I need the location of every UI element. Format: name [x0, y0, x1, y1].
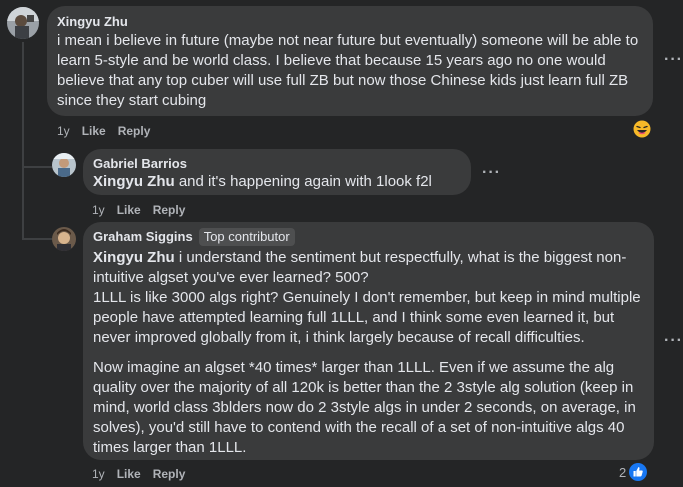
reply-text: Xingyu Zhu i understand the sentiment bu… [93, 248, 644, 458]
avatar[interactable] [7, 7, 39, 39]
laughing-emoji-icon[interactable] [633, 120, 651, 138]
timestamp[interactable]: 1y [57, 124, 70, 138]
reaction-count: 2 [619, 464, 627, 480]
timestamp[interactable]: 1y [92, 467, 105, 481]
top-contributor-badge: Top contributor [198, 228, 295, 246]
reply-text-line: 1LLL is like 3000 algs right? Genuinely … [93, 289, 641, 346]
comment-text: i mean i believe in future (maybe not ne… [57, 32, 639, 109]
reply-author[interactable]: Graham Siggins [93, 229, 193, 244]
reply-bubble: Gabriel Barrios Xingyu Zhu and it's happ… [83, 149, 471, 195]
reply-text-content: and it's happening again with 1look f2l [178, 173, 432, 190]
like-button[interactable]: Like [117, 203, 141, 217]
timestamp[interactable]: 1y [92, 203, 105, 217]
avatar[interactable] [52, 227, 76, 251]
like-button[interactable]: Like [117, 467, 141, 481]
reaction-summary[interactable]: 2 [619, 463, 648, 481]
reply-actions: 1y Like Reply [92, 467, 185, 481]
reply-author-row: Graham Siggins Top contributor [93, 228, 644, 246]
comment-bubble: Xingyu Zhu i mean i believe in future (m… [47, 6, 653, 116]
reply-button[interactable]: Reply [153, 203, 186, 217]
reply-author[interactable]: Gabriel Barrios [93, 156, 461, 172]
comment-actions: 1y Like Reply [57, 124, 150, 138]
thread-line [22, 166, 24, 240]
avatar[interactable] [52, 153, 76, 177]
comment-author[interactable]: Xingyu Zhu [57, 14, 643, 30]
thread-line [22, 166, 52, 168]
thumbs-up-icon [629, 463, 648, 481]
reply-paragraph: Xingyu Zhu i understand the sentiment bu… [93, 248, 644, 348]
like-button[interactable]: Like [82, 124, 106, 138]
more-options-button[interactable]: ··· [664, 51, 683, 69]
reply-actions: 1y Like Reply [92, 203, 185, 217]
more-options-button[interactable]: ··· [664, 332, 683, 350]
comment-thread: Xingyu Zhu i mean i believe in future (m… [0, 0, 683, 487]
mention-link[interactable]: Xingyu Zhu [93, 249, 175, 266]
reply-button[interactable]: Reply [118, 124, 151, 138]
reply-button[interactable]: Reply [153, 467, 186, 481]
more-options-button[interactable]: ··· [482, 164, 501, 182]
thread-line [22, 42, 24, 168]
reply-paragraph: Now imagine an algset *40 times* larger … [93, 359, 636, 456]
mention-link[interactable]: Xingyu Zhu [93, 173, 175, 190]
reply-text: Xingyu Zhu and it's happening again with… [93, 172, 461, 192]
reply-bubble: Graham Siggins Top contributor Xingyu Zhu… [83, 222, 654, 460]
thread-line [22, 238, 52, 240]
